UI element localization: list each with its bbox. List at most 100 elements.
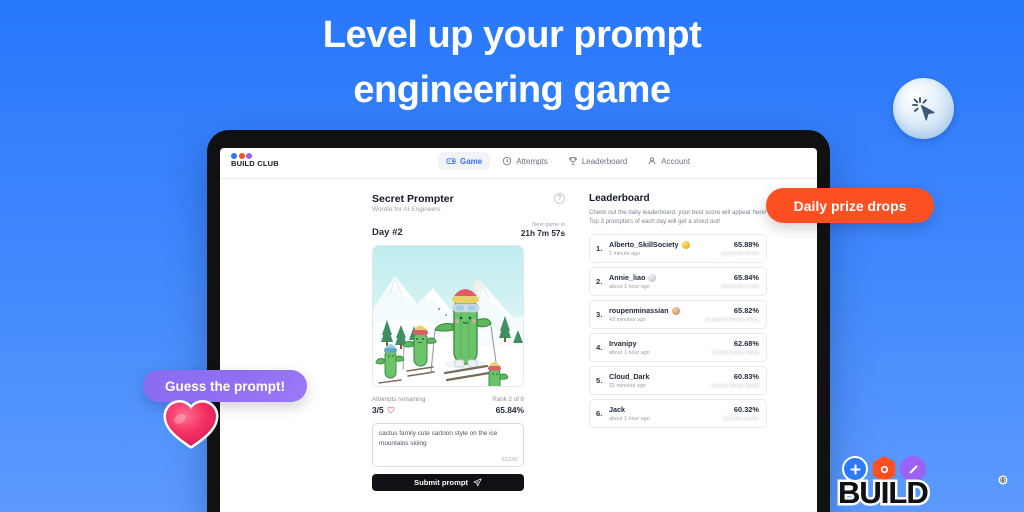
table-row[interactable]: 5. Cloud_Dark 32 minutes ago 60.83% Cact… [589,365,767,395]
tab-attempts[interactable]: Attempts [494,152,556,170]
row-score: 60.83% [733,372,759,382]
tab-account[interactable]: Account [639,152,698,170]
row-name: Alberto_SkillSociety [609,240,679,250]
row-name: Annie_liao [609,273,646,283]
row-prompt-blurred: Cartoon cactus [722,415,759,422]
game-title: Secret Prompter [372,193,454,205]
row-name: Irvanipy [609,339,637,349]
table-row[interactable]: 3. roupenminassian 43 minutes ago 65.82% [589,299,767,329]
row-rank: 6. [596,408,603,418]
row-rank: 3. [596,309,603,319]
row-time: about 1 hour ago [609,283,650,290]
attempts-value-row: 3/5 [372,405,425,415]
prompt-input[interactable]: cactus family cute cartoon style on the … [372,423,524,467]
row-score-block: 65.82% A cartoon family skiing [705,306,759,323]
heart-emoji [163,400,219,449]
tab-attempts-label: Attempts [516,156,548,166]
rank-score: 65.84% [495,405,524,415]
headline-line-1: Level up your prompt [322,14,702,56]
tab-game[interactable]: Game [438,152,491,170]
page-title: Level up your prompt engineering game [0,8,1024,118]
row-score-block: 60.32% Cartoon cactus [723,405,759,422]
question-mark-icon[interactable]: ? [554,193,565,204]
cactus-ski-illustration [373,246,523,386]
attempts-value: 3/5 [372,405,384,415]
next-game-block: Next game in 21h 7m 57s [521,222,565,238]
tab-leaderboard[interactable]: Leaderboard [560,152,635,170]
footer-logo-text: BUILD CLUB [838,475,929,512]
game-title-row: Secret Prompter Wordle for AI Engineers … [372,193,565,213]
submit-prompt-label: Submit prompt [414,478,468,487]
gold-medal-icon [681,240,690,249]
row-name-line: Cloud_Dark [609,372,711,381]
attempts-label: Attempts remaining [372,396,426,403]
row-time: 43 minutes ago [609,316,646,323]
leaderboard-description: Check out the daily leaderboard, your be… [589,209,767,226]
row-rank: 5. [596,375,603,385]
row-score-block: 62.68% Cactus family skiing [711,339,759,356]
leaderboard-list: 1. Alberto_SkillSociety 1 minute ago 65.… [589,233,779,428]
row-rank: 4. [596,342,603,352]
headline-line-2: engineering game [353,69,671,112]
gamepad-icon [446,158,456,164]
row-name: roupenminassian [609,306,669,316]
row-time: about 1 hour ago [609,349,650,356]
tab-game-label: Game [460,156,483,166]
row-rank: 1. [596,243,603,253]
row-score-block: 60.83% Cactus family skiing [711,372,759,389]
row-score: 65.84% [733,273,759,283]
row-prompt-blurred: Cactus family skiing [711,382,759,389]
row-time: 32 minutes ago [609,382,646,389]
row-time: 1 minute ago [609,250,641,257]
nav-tabs: Game Attempts Leaderboard Account [438,152,698,170]
day-label: Day #2 [372,227,403,238]
person-icon [648,157,656,165]
row-prompt-blurred: cactus life in the [720,283,759,290]
row-name: Jack [609,405,625,415]
row-name-line: Irvanipy [609,339,711,348]
tablet-screen: BUILD CLUB Game Attempts Leaderboard Acc… [220,148,817,512]
registered-mark: ® [999,475,1008,487]
row-prompt-blurred: cactus life in the [720,250,759,257]
attempts-block: Attempts remaining 3/5 [372,396,425,415]
trophy-icon [569,157,577,165]
char-counter: 61/100 [501,457,519,463]
row-score-block: 65.88% cactus life in the [720,240,759,257]
table-row[interactable]: 1. Alberto_SkillSociety 1 minute ago 65.… [589,233,767,263]
row-score-block: 65.84% cactus life in the [720,273,759,290]
rank-block: Rank 2 of 6 65.84% [492,396,524,415]
tab-account-label: Account [661,156,691,166]
row-time: about 1 hour ago [609,415,650,422]
app-body: Secret Prompter Wordle for AI Engineers … [220,179,817,491]
row-prompt-blurred: Cactus family skiing [711,349,759,356]
row-name-line: Alberto_SkillSociety [609,240,720,249]
leaderboard-title: Leaderboard [589,193,650,204]
silver-medal-icon [648,273,657,282]
row-score: 65.82% [733,306,759,316]
clock-history-icon [503,156,512,166]
row-name-line: Jack [609,405,723,414]
row-name-line: roupenminassian [609,306,705,315]
game-panel: Secret Prompter Wordle for AI Engineers … [372,193,565,491]
daily-prize-drops-badge: Daily prize drops [766,188,934,223]
row-user: Irvanipy about 1 hour ago [609,339,711,356]
tab-leaderboard-label: Leaderboard [581,156,628,166]
row-score: 60.32% [733,405,759,415]
rank-label: Rank 2 of 6 [492,396,524,403]
next-game-label: Next game in [532,222,565,228]
game-image [372,245,524,387]
bronze-medal-icon [671,306,680,315]
footer-brand-logo: BUILD CLUB BUILD CLUB ® [836,456,1016,512]
next-game-countdown: 21h 7m 57s [520,229,565,238]
table-row[interactable]: 4. Irvanipy about 1 hour ago 62.68% Cact… [589,332,767,362]
table-row[interactable]: 2. Annie_liao about 1 hour ago 65.84% ca… [589,266,767,296]
row-prompt-blurred: A cartoon family skiing [705,316,759,323]
table-row[interactable]: 6. Jack about 1 hour ago 60.32% Cartoon … [589,398,767,428]
leaderboard-panel: Leaderboard Check out the daily leaderbo… [589,193,779,491]
daily-prize-drops-label: Daily prize drops [793,197,907,214]
prompt-input-value: cactus family cute cartoon style on the … [379,430,498,447]
row-user: Cloud_Dark 32 minutes ago [609,372,711,389]
app-brand-logo[interactable]: BUILD CLUB [231,152,279,168]
submit-prompt-button[interactable]: Submit prompt [372,474,524,491]
send-icon [473,478,482,487]
